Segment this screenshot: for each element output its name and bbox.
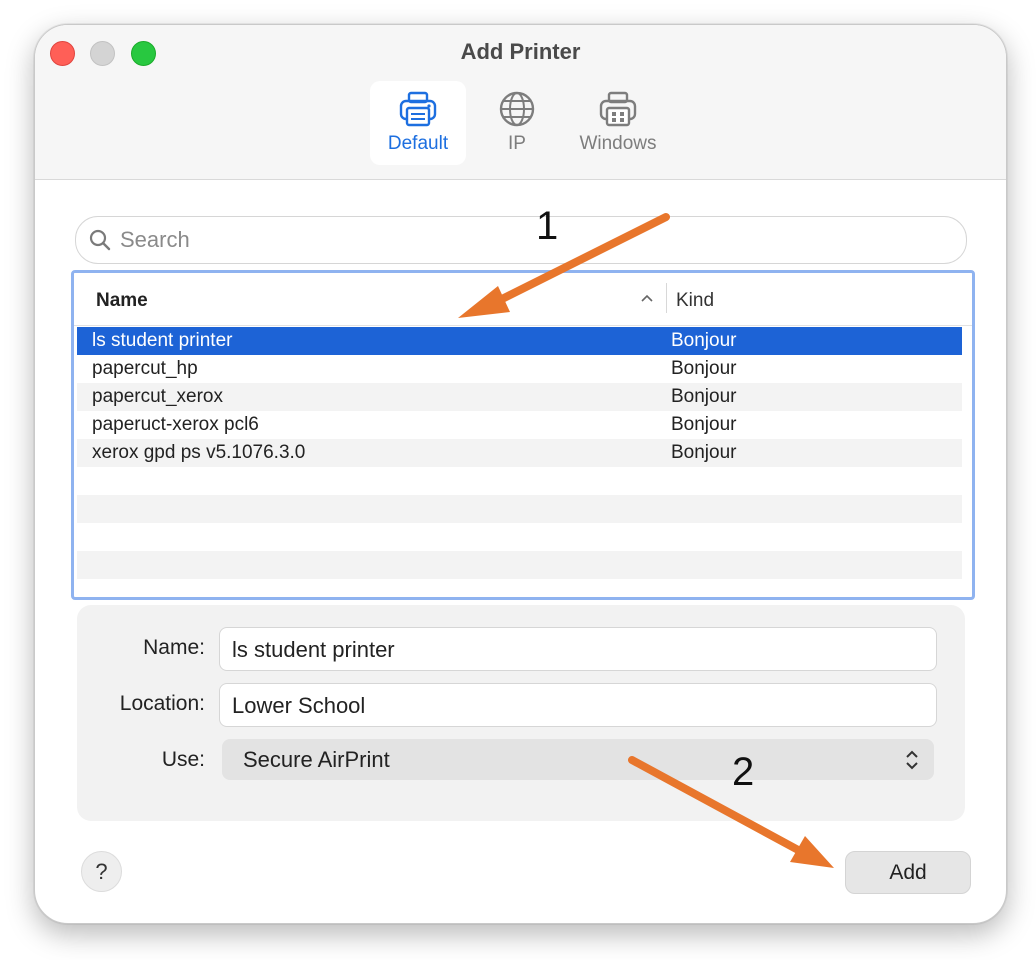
printer-kind-cell: Bonjour [671,330,737,351]
empty-row [77,579,962,597]
location-field[interactable]: Lower School [219,683,937,727]
empty-row [77,551,962,579]
use-select-value: Secure AirPrint [243,747,390,772]
name-label: Name: [143,636,205,659]
table-row[interactable]: papercut_xerox Bonjour [77,383,962,411]
tab-windows[interactable]: Windows [568,81,668,165]
printer-name-cell: xerox gpd ps v5.1076.3.0 [92,442,306,463]
add-printer-window: Add Printer Default IP Windows Search Na… [34,24,1007,924]
table-row[interactable]: ls student printer Bonjour [77,327,962,355]
windows-printer-icon [599,91,637,127]
column-divider[interactable] [666,283,667,313]
tab-ip[interactable]: IP [481,81,553,165]
empty-row [77,523,962,551]
empty-row [77,495,962,523]
column-header-kind[interactable]: Kind [676,290,714,312]
use-label: Use: [161,748,205,771]
tab-ip-label: IP [508,133,526,154]
table-header: Name Kind [74,273,972,326]
location-field-value: Lower School [232,693,366,718]
column-header-name[interactable]: Name [96,290,148,312]
add-button[interactable]: Add [845,851,971,894]
use-driver-select[interactable]: Secure AirPrint [222,739,934,780]
table-row[interactable]: papercut_hp Bonjour [77,355,962,383]
globe-icon [499,91,535,127]
printer-name-cell: papercut_xerox [92,386,223,407]
printer-name-cell: paperuct-xerox pcl6 [92,414,259,435]
help-button[interactable]: ? [81,851,122,892]
search-field[interactable] [75,216,967,264]
table-row[interactable]: xerox gpd ps v5.1076.3.0 Bonjour [77,439,962,467]
tab-default[interactable]: Default [370,81,466,165]
printer-name-cell: papercut_hp [92,358,198,379]
printer-table[interactable]: Name Kind ls student printer Bonjour pap… [71,270,975,600]
location-label: Location: [119,692,205,715]
printer-name-cell: ls student printer [92,330,233,351]
printer-kind-cell: Bonjour [671,358,737,379]
tab-default-label: Default [387,133,449,154]
printer-kind-cell: Bonjour [671,442,737,463]
name-field-value: ls student printer [232,637,395,662]
printer-icon [399,91,437,127]
printer-kind-cell: Bonjour [671,386,737,407]
printer-details-panel: Name: ls student printer Location: Lower… [77,605,965,821]
toolbar: Add Printer Default IP Windows [35,25,1006,180]
step-1-label: 1 [536,204,559,248]
step-2-label: 2 [732,750,755,794]
sort-ascending-icon[interactable] [639,290,655,306]
search-input[interactable] [120,217,940,263]
tab-windows-label: Windows [579,133,657,154]
name-field[interactable]: ls student printer [219,627,937,671]
table-row[interactable]: paperuct-xerox pcl6 Bonjour [77,411,962,439]
empty-row [77,467,962,495]
chevron-up-down-icon [906,750,918,770]
printer-kind-cell: Bonjour [671,414,737,435]
window-title: Add Printer [460,39,581,64]
search-icon [89,229,111,251]
